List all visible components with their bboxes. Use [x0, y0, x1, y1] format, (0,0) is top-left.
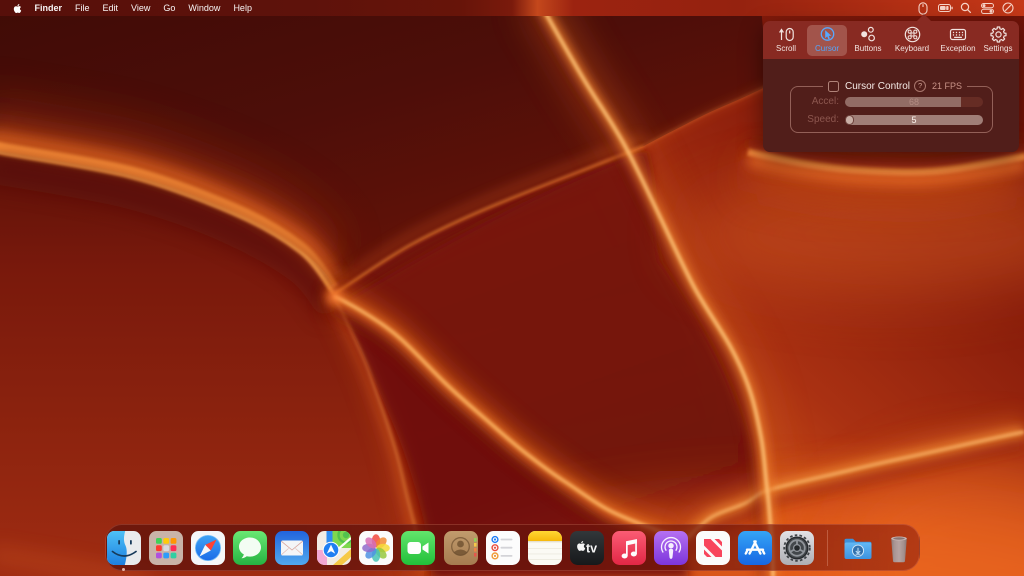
- svg-text:tv: tv: [586, 542, 597, 556]
